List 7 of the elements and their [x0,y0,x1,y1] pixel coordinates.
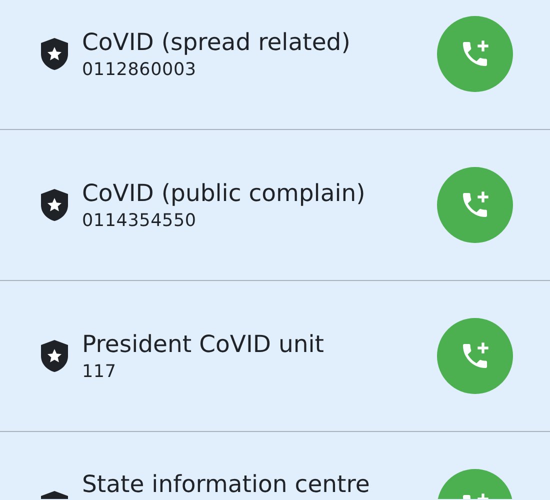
contact-name: CoVID (spread related) [82,27,352,57]
contact-name: State information centre [82,469,371,499]
contact-name: President CoVID unit [82,329,325,359]
phone-number: 117 [82,361,118,383]
contact-name: CoVID (public complain) [82,178,366,208]
phone-number: 0114354550 [82,210,198,232]
phone-number: 0112860003 [82,59,198,81]
